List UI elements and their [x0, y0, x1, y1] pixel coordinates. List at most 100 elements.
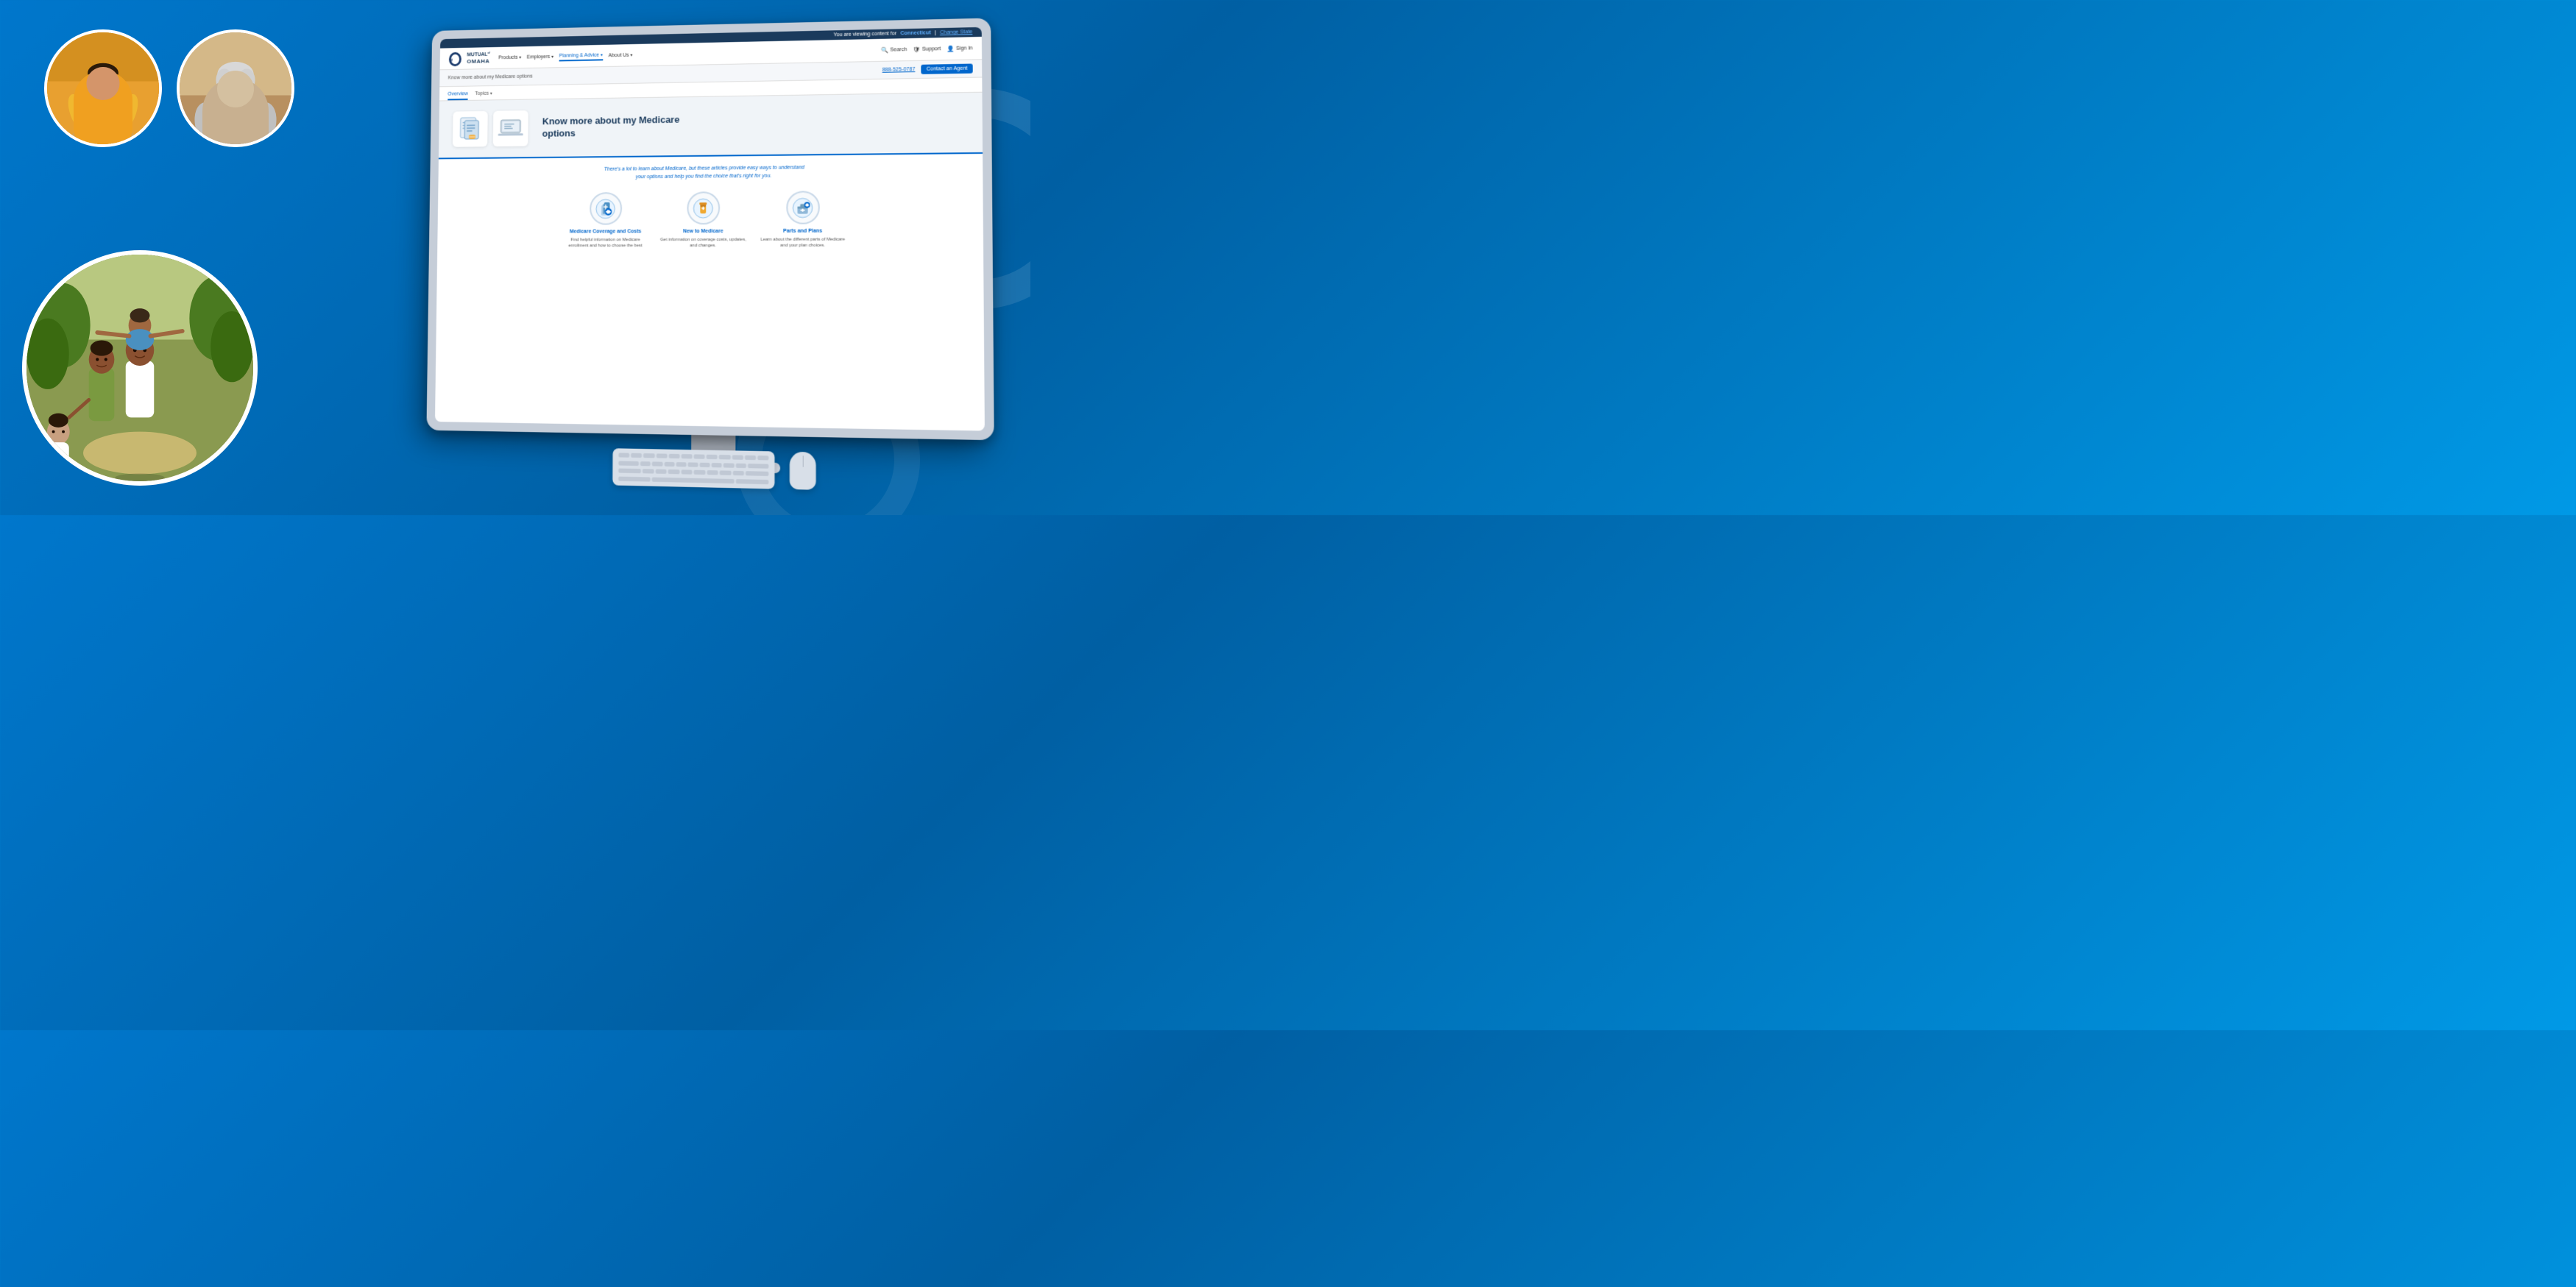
website: You are viewing content for Connecticut … — [435, 27, 985, 431]
cards-row: Medicare Coverage and Costs Find helpful… — [451, 190, 968, 249]
hero-section: Know more about my Medicare options — [439, 93, 983, 160]
employers-chevron: ▾ — [551, 54, 553, 59]
key — [656, 454, 667, 458]
search-icon: 🔍 — [881, 46, 888, 53]
key — [618, 476, 651, 481]
family-photo — [26, 255, 253, 481]
key — [618, 461, 639, 466]
tab-topics[interactable]: Topics ▾ — [475, 89, 492, 100]
key — [745, 455, 756, 460]
key — [668, 469, 679, 474]
monitor-screen: You are viewing content for Connecticut … — [435, 27, 985, 431]
svg-text:M: M — [450, 59, 453, 63]
card-parts-plans-title: Parts and Plans — [758, 229, 848, 234]
key — [723, 463, 734, 467]
key — [707, 455, 718, 459]
logo[interactable]: M MUTUALof OMAHA — [448, 51, 490, 65]
contact-area: 888-525-0787 Contact an Agent — [882, 64, 973, 75]
nav-search[interactable]: 🔍 Search — [881, 46, 907, 54]
child-photo — [47, 32, 159, 144]
key — [732, 471, 744, 475]
key — [694, 455, 705, 459]
intro-line2: your options and help you find the choic… — [636, 173, 772, 179]
key — [681, 470, 693, 475]
monitor-wrapper: You are viewing content for Connecticut … — [425, 18, 1018, 503]
key — [694, 470, 706, 475]
separator: | — [935, 30, 936, 35]
nav-signin[interactable]: 👤 Sign In — [946, 45, 972, 52]
products-chevron: ▾ — [519, 54, 521, 60]
key — [652, 461, 662, 466]
card-new-medicare-desc: Get information on coverage costs, updat… — [659, 237, 747, 249]
photo-circle-child — [44, 29, 162, 147]
keyboard-mouse-wrapper — [612, 448, 815, 490]
support-icon: 🛡 — [913, 46, 920, 52]
key — [735, 463, 746, 467]
nav-items: Products ▾ Employers ▾ Planning & Advice… — [498, 46, 872, 63]
change-state-link[interactable]: Change State — [940, 29, 972, 35]
card-new-medicare[interactable]: New to Medicare Get information on cover… — [659, 191, 747, 249]
about-chevron: ▾ — [630, 52, 632, 57]
photo-circle-elderly — [177, 29, 294, 147]
new-medicare-icon — [687, 191, 720, 224]
key — [732, 455, 743, 460]
phone-link[interactable]: 888-525-0787 — [882, 67, 916, 73]
hero-icons — [453, 110, 528, 147]
key — [757, 455, 768, 460]
logo-icon: M — [448, 52, 465, 66]
planning-chevron: ▾ — [601, 52, 603, 57]
key — [719, 455, 730, 459]
signin-icon: 👤 — [946, 45, 954, 52]
hero-title: Know more about my Medicare options — [542, 114, 680, 141]
key — [676, 462, 686, 467]
nav-about[interactable]: About Us ▾ — [609, 51, 633, 59]
monitor: You are viewing content for Connecticut … — [426, 18, 994, 440]
key — [700, 462, 710, 467]
key — [720, 471, 732, 475]
keyboard — [612, 448, 774, 489]
key — [735, 479, 768, 484]
key — [640, 461, 651, 466]
card-coverage-desc: Find helpful information on Medicare enr… — [562, 237, 648, 249]
hero-icon-laptop — [493, 110, 528, 146]
key — [668, 454, 679, 458]
key — [664, 461, 674, 466]
key — [643, 469, 654, 473]
nav-support[interactable]: 🛡 Support — [913, 46, 941, 53]
photo-collage — [0, 0, 412, 515]
intro-line1: There's a lot to learn about Medicare, b… — [604, 165, 804, 171]
contact-agent-button[interactable]: Contact an Agent — [921, 64, 973, 74]
coverage-costs-icon — [590, 192, 622, 225]
key — [618, 469, 641, 474]
nav-employers[interactable]: Employers ▾ — [527, 53, 553, 61]
nav-products[interactable]: Products ▾ — [498, 53, 521, 61]
key — [748, 464, 769, 469]
content-intro: There's a lot to learn about Medicare, b… — [452, 163, 967, 182]
key — [746, 471, 768, 476]
tab-overview[interactable]: Overview — [447, 89, 468, 100]
nav-right: 🔍 Search 🛡 Support 👤 Sign In — [881, 45, 972, 54]
elderly-photo — [180, 32, 291, 144]
key — [712, 463, 722, 467]
hero-icon-documents — [453, 111, 488, 147]
parts-plans-icon — [786, 191, 820, 224]
mouse — [790, 452, 816, 490]
topics-chevron: ▾ — [490, 92, 492, 96]
key — [618, 453, 629, 458]
content-section: There's a lot to learn about Medicare, b… — [437, 154, 983, 258]
state-name: Connecticut — [900, 30, 931, 36]
key — [643, 453, 654, 458]
key-spacebar — [652, 477, 734, 483]
card-coverage-costs[interactable]: Medicare Coverage and Costs Find helpful… — [562, 192, 648, 249]
nav-planning[interactable]: Planning & Advice ▾ — [559, 51, 603, 61]
logo-text: MUTUALof OMAHA — [467, 52, 490, 65]
card-parts-plans[interactable]: Parts and Plans Learn about the differen… — [758, 191, 848, 249]
key — [655, 469, 666, 474]
card-new-medicare-title: New to Medicare — [659, 229, 747, 234]
keyboard-row-4 — [618, 475, 768, 485]
key — [681, 454, 692, 458]
key — [631, 453, 642, 458]
card-parts-plans-desc: Learn about the different parts of Medic… — [758, 237, 848, 249]
key — [707, 470, 718, 475]
photo-circle-family — [22, 250, 258, 486]
